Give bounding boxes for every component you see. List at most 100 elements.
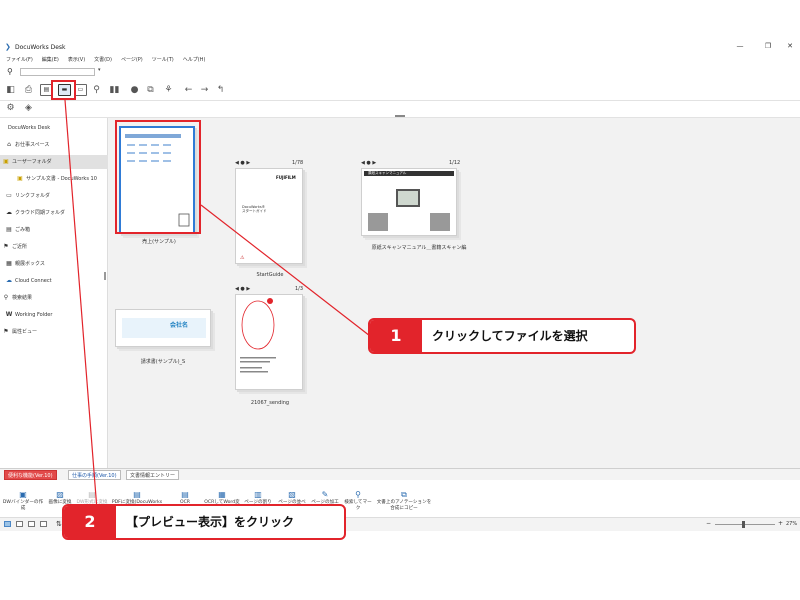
folder-icon: ▣ [17, 175, 23, 182]
cloud-connect-icon: ☁ [6, 277, 12, 284]
menu-tools[interactable]: ツール(T) [152, 56, 174, 63]
zoom-slider[interactable] [715, 524, 775, 525]
document-label: 売上(サンプル) [142, 239, 176, 245]
menu-view[interactable]: 表示(V) [68, 56, 85, 63]
ocr-icon: ▤ [181, 490, 189, 499]
plugin-create-binder[interactable]: ▣ DWバインダーの作成 [2, 490, 44, 512]
selected-file-highlight [115, 120, 201, 234]
sidebar-item-cloud-sync-folder[interactable]: ☁ クラウド同期フォルダ [0, 206, 108, 220]
page-nav-icon[interactable]: ◀ ● ▶ [361, 160, 376, 166]
preview-button-highlight [51, 80, 76, 100]
plugin-search-and-mark[interactable]: ⚲ 検索してマーク [342, 490, 374, 512]
menu-edit[interactable]: 編集(E) [42, 56, 59, 63]
send-icon[interactable]: ⚘ [162, 84, 175, 96]
sort-icon[interactable]: ⇅ [56, 520, 62, 528]
page-layout-icon: ▥ [254, 490, 262, 499]
tag-icon[interactable]: ⚙ [4, 102, 17, 114]
sidebar-item-neighborhood[interactable]: ⚑ ご近所 [0, 240, 108, 254]
align-icon[interactable]: ▮▮ [108, 84, 121, 96]
sidebar-item-working-folder[interactable]: W Working Folder [0, 308, 108, 322]
zoom-slider-knob[interactable] [742, 521, 745, 528]
document-thumbnail-startguide[interactable]: FUJIFILM DocuWorks® スタートガイド ⚠ [235, 168, 303, 264]
search-input[interactable] [20, 68, 95, 76]
menu-document[interactable]: 文書(D) [94, 56, 112, 63]
brand-text: FUJIFILM [276, 175, 296, 180]
menu-bar: ファイル(F) 編集(E) 表示(V) 文書(D) ページ(P) ツール(T) … [0, 54, 800, 65]
minimize-button[interactable]: — [735, 42, 745, 50]
user-icon[interactable]: ● [128, 84, 141, 96]
magnifier-icon: ⚲ [355, 490, 361, 499]
image-icon: ▨ [56, 490, 64, 499]
close-button[interactable]: ✕ [785, 42, 795, 50]
page-nav-icon[interactable]: ◀ ● ▶ [235, 160, 250, 166]
cover-title: 会社名 [170, 322, 189, 329]
tab-useful-features[interactable]: 便利な機能(Ver.10) [4, 470, 57, 480]
tab-document-info-entry[interactable]: 文書情報エントリー [126, 470, 180, 480]
view-list-icon[interactable] [16, 521, 23, 527]
window-title: DocuWorks Desk [15, 44, 66, 51]
sidebar-item-work-space[interactable]: ⌂ お仕事スペース [0, 138, 108, 152]
sidebar-item-sample-documents[interactable]: ▣ サンプル文書 - DocuWorks 10 [0, 172, 108, 186]
forward-arrow-icon[interactable]: → [198, 84, 211, 96]
pdf-badge-icon: ⚠ [240, 255, 245, 261]
view-tile-icon[interactable] [40, 521, 47, 527]
zoom-in-icon[interactable]: + [778, 520, 783, 527]
document-area: 売上(サンプル) ◀ ● ▶ 1/78 FUJIFILM DocuWorks® … [109, 118, 800, 468]
pen-icon: ✎ [321, 490, 329, 499]
trash-icon: ▤ [6, 226, 12, 233]
callout-step-2: 2 【プレビュー表示】をクリック [62, 504, 346, 540]
sidebar-item-link-folder[interactable]: ▭ リンクフォルダ [0, 189, 108, 203]
zoom-icon[interactable]: ⚲ [90, 84, 103, 96]
sidebar-item-docuworks-desk[interactable]: DocuWorks Desk [0, 121, 108, 135]
document-label: StartGuide [256, 272, 284, 278]
search-dropdown-icon[interactable]: ▾ [98, 67, 101, 73]
view-thumbnail-icon[interactable] [4, 521, 11, 527]
sidebar-item-user-folder[interactable]: ▣ ユーザーフォルダ [0, 155, 108, 169]
pane-splitter-handle[interactable] [395, 115, 405, 117]
screenshot-stage: ❯ DocuWorks Desk — ❐ ✕ ファイル(F) 編集(E) 表示(… [0, 0, 800, 600]
plugin-tab-strip: 便利な機能(Ver.10) 仕事の手順(Ver.10) 文書情報エントリー [0, 468, 800, 480]
annotated-page-icon [240, 298, 276, 373]
document-thumbnail-21067-sending[interactable] [235, 294, 303, 390]
menu-page[interactable]: ページ(P) [121, 56, 143, 63]
callout-step-1: 1 クリックしてファイルを選択 [368, 318, 636, 354]
home-icon: ⌂ [7, 141, 11, 148]
zoom-level: 27% [786, 521, 798, 527]
menu-file[interactable]: ファイル(F) [6, 56, 33, 63]
folder-icon: ▣ [3, 158, 9, 165]
document-thumbnail-invoice-sample[interactable]: 会社名 [115, 309, 211, 347]
search-icon[interactable]: ⚲ [7, 67, 13, 76]
sidebar-item-confidential-box[interactable]: ▦ 親展ボックス [0, 257, 108, 271]
sidebar-item-cloud-connect[interactable]: ☁ Cloud Connect [0, 274, 108, 288]
cover-title: DocuWorks® スタートガイド [242, 205, 267, 213]
copy-icon[interactable]: ⧉ [144, 84, 157, 96]
page-nav-icon[interactable]: ◀ ● ▶ [235, 286, 250, 292]
sidebar-item-trash[interactable]: ▤ ごみ箱 [0, 223, 108, 237]
page-count: 1/12 [449, 160, 461, 166]
folder-tree-sidebar: DocuWorks Desk ⌂ お仕事スペース ▣ ユーザーフォルダ ▣ サンプル文… [0, 118, 108, 468]
dw-convert-icon: ▤ [88, 490, 96, 499]
document-thumbnail-scan-manual[interactable]: 原紙スキャンマニュアル [361, 168, 457, 236]
document-label: 請求書(サンプル)_S [140, 359, 186, 365]
callout-number: 2 [64, 506, 116, 538]
print-icon[interactable]: ⎙ [22, 84, 35, 96]
docuworks-desk-window: ❯ DocuWorks Desk — ❐ ✕ ファイル(F) 編集(E) 表示(… [0, 40, 800, 531]
sidebar-toggle-icon[interactable]: ◧ [4, 84, 17, 96]
view-details-icon[interactable] [28, 521, 35, 527]
search-row: ⚲ ▾ [0, 65, 800, 79]
sidebar-item-attribute-view[interactable]: ⚑ 属性ビュー [0, 325, 108, 339]
eraser-icon[interactable]: ◈ [22, 102, 35, 114]
back-arrow-icon[interactable]: ← [182, 84, 195, 96]
sidebar-resize-handle[interactable] [104, 272, 106, 280]
working-folder-icon: W [5, 311, 13, 318]
zoom-out-icon[interactable]: − [706, 520, 711, 527]
menu-help[interactable]: ヘルプ(H) [183, 56, 206, 63]
page-count: 1/3 [295, 286, 304, 292]
up-folder-icon[interactable]: ↰ [214, 84, 227, 96]
callout-text: 【プレビュー表示】をクリック [126, 515, 295, 529]
plugin-copy-annotations[interactable]: ⧉ 文書上のアノテーションを合成にコピー [376, 490, 432, 512]
cover-title: 原紙スキャンマニュアル [368, 171, 407, 175]
maximize-button[interactable]: ❐ [763, 42, 773, 50]
sidebar-item-search-results[interactable]: ⚲ 検索結果 [0, 291, 108, 305]
tab-work-procedures[interactable]: 仕事の手順(Ver.10) [68, 470, 121, 480]
